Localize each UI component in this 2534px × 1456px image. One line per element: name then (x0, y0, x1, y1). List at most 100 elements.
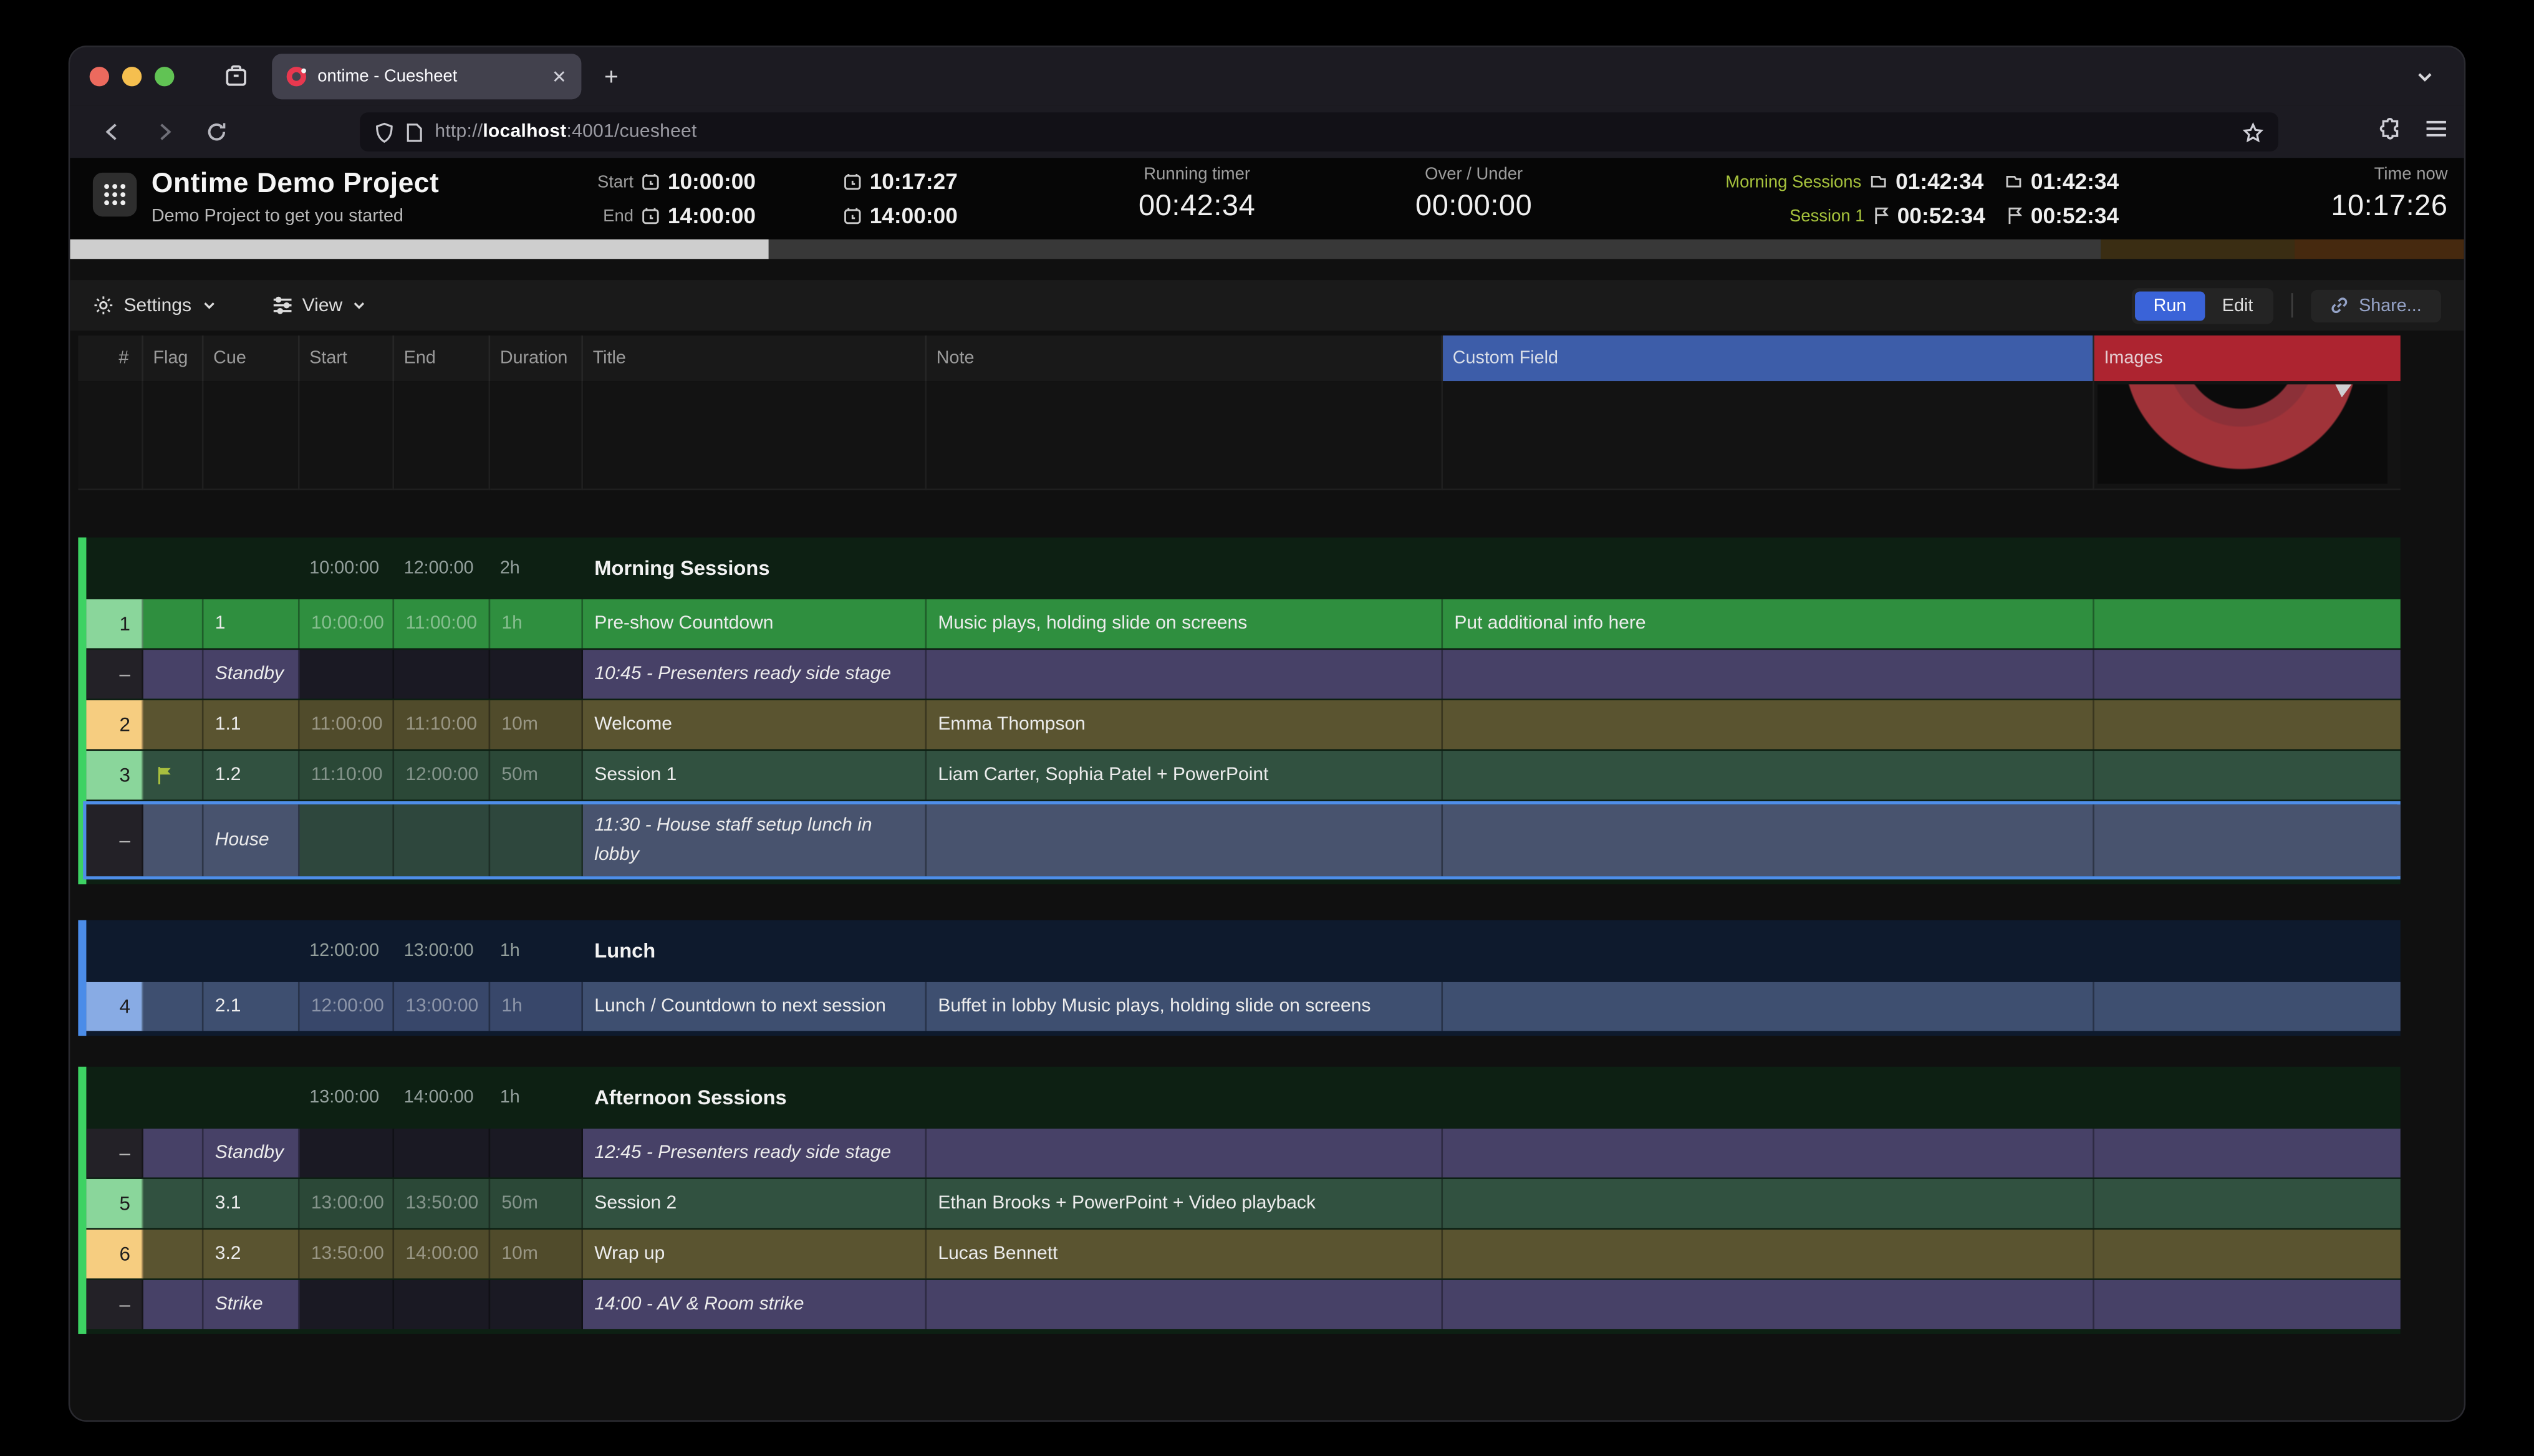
delay-row-strike[interactable]: – Strike 14:00 - AV & Room strike (86, 1280, 2400, 1329)
end-cell[interactable] (394, 804, 490, 876)
cue-cell[interactable]: Strike (203, 1280, 299, 1329)
images-cell[interactable] (2094, 982, 2401, 1031)
delay-row-standby[interactable]: – Standby 10:45 - Presenters ready side … (86, 650, 2400, 698)
list-tabs-chevron-icon[interactable] (2415, 67, 2434, 86)
duration-cell[interactable]: 50m (490, 1179, 583, 1228)
cue-cell[interactable]: 3.1 (203, 1179, 299, 1228)
title-cell[interactable]: Lunch / Countdown to next session (583, 982, 927, 1031)
col-header-duration[interactable]: Duration (490, 335, 583, 381)
run-mode-button[interactable]: Run (2136, 291, 2204, 320)
note-cell[interactable]: Lucas Bennett (927, 1230, 1443, 1278)
flag-cell[interactable] (143, 700, 204, 749)
flag-cell[interactable] (143, 982, 204, 1031)
start-cell[interactable]: 12:00:00 (300, 982, 394, 1031)
cue-cell[interactable]: 1 (203, 599, 299, 648)
note-cell[interactable] (927, 650, 1443, 698)
custom-field-cell[interactable] (1443, 982, 2094, 1031)
start-cell[interactable]: 11:10:00 (300, 751, 394, 799)
title-cell[interactable]: Pre-show Countdown (583, 599, 927, 648)
images-cell[interactable] (2094, 1179, 2401, 1228)
title-cell[interactable]: 14:00 - AV & Room strike (583, 1280, 927, 1329)
end-cell[interactable]: 13:00:00 (394, 982, 490, 1031)
page-info-icon[interactable] (405, 122, 423, 143)
flag-cell[interactable] (143, 1179, 204, 1228)
delay-row-standby-2[interactable]: – Standby 12:45 - Presenters ready side … (86, 1129, 2400, 1177)
title-cell[interactable]: 10:45 - Presenters ready side stage (583, 650, 927, 698)
duration-cell[interactable] (490, 650, 583, 698)
event-row-1[interactable]: 1 1 10:00:00 11:00:00 1h Pre-show Countd… (86, 599, 2400, 648)
start-cell[interactable]: 10:00:00 (300, 599, 394, 648)
custom-field-cell[interactable] (1443, 804, 2094, 876)
note-cell[interactable]: Emma Thompson (927, 700, 1443, 749)
block-header[interactable]: 10:00:00 12:00:00 2h Morning Sessions (86, 538, 2400, 599)
col-header-images[interactable]: Images (2094, 335, 2401, 381)
delay-row-house-selected[interactable]: – House 11:30 - House staff setup lunch … (83, 801, 2401, 879)
duration-cell[interactable]: 10m (490, 700, 583, 749)
col-header-custom-field[interactable]: Custom Field (1443, 335, 2094, 381)
window-zoom-button[interactable] (155, 67, 174, 86)
note-cell[interactable]: Music plays, holding slide on screens (927, 599, 1443, 648)
col-header-start[interactable]: Start (300, 335, 394, 381)
cue-cell[interactable]: Standby (203, 1129, 299, 1177)
start-cell[interactable]: 11:00:00 (300, 700, 394, 749)
images-cell[interactable] (2094, 1129, 2401, 1177)
start-cell[interactable] (300, 650, 394, 698)
flag-cell[interactable] (143, 1129, 204, 1177)
cue-cell[interactable]: 1.2 (203, 751, 299, 799)
block-header[interactable]: 13:00:00 14:00:00 1h Afternoon Sessions (86, 1067, 2400, 1129)
start-cell[interactable]: 13:00:00 (300, 1179, 394, 1228)
title-cell[interactable]: 12:45 - Presenters ready side stage (583, 1129, 927, 1177)
share-button[interactable]: Share... (2311, 289, 2441, 322)
images-cell[interactable] (2094, 804, 2401, 876)
custom-field-cell[interactable] (1443, 700, 2094, 749)
end-cell[interactable]: 13:50:00 (394, 1179, 490, 1228)
extensions-icon[interactable] (2379, 117, 2402, 148)
images-thumbnail-cell[interactable] (2094, 381, 2401, 490)
event-row-5[interactable]: 5 3.1 13:00:00 13:50:00 50m Session 2 Et… (86, 1179, 2400, 1228)
col-header-flag[interactable]: Flag (143, 335, 204, 381)
end-cell[interactable]: 11:10:00 (394, 700, 490, 749)
start-cell[interactable]: 13:50:00 (300, 1230, 394, 1278)
window-close-button[interactable] (90, 67, 109, 86)
custom-field-cell[interactable] (1443, 1129, 2094, 1177)
duration-cell[interactable]: 50m (490, 751, 583, 799)
url-text[interactable]: http://localhost:4001/cuesheet (435, 122, 696, 142)
flag-cell[interactable] (143, 599, 204, 648)
edit-mode-button[interactable]: Edit (2204, 291, 2271, 320)
custom-field-cell[interactable] (1443, 1230, 2094, 1278)
custom-field-cell[interactable] (1443, 751, 2094, 799)
end-cell[interactable]: 12:00:00 (394, 751, 490, 799)
custom-field-cell[interactable] (1443, 650, 2094, 698)
flag-cell[interactable] (143, 650, 204, 698)
title-cell[interactable]: Wrap up (583, 1230, 927, 1278)
bookmark-star-icon[interactable] (2242, 122, 2263, 143)
note-cell[interactable]: Ethan Brooks + PowerPoint + Video playba… (927, 1179, 1443, 1228)
custom-field-cell[interactable]: Put additional info here (1443, 599, 2094, 648)
window-minimize-button[interactable] (122, 67, 142, 86)
settings-menu-button[interactable]: Settings (93, 295, 216, 316)
event-row-3[interactable]: 3 1.2 11:10:00 12:00:00 50m Session 1 Li… (86, 751, 2400, 799)
note-cell[interactable]: Buffet in lobby Music plays, holding sli… (927, 982, 1443, 1031)
event-row-2[interactable]: 2 1.1 11:00:00 11:10:00 10m Welcome Emma… (86, 700, 2400, 749)
firefox-view-icon[interactable] (223, 64, 249, 90)
custom-field-cell[interactable] (1443, 1179, 2094, 1228)
end-cell[interactable]: 11:00:00 (394, 599, 490, 648)
duration-cell[interactable]: 10m (490, 1230, 583, 1278)
start-cell[interactable] (300, 804, 394, 876)
app-menu-grid-icon[interactable] (93, 173, 137, 217)
images-cell[interactable] (2094, 599, 2401, 648)
forward-icon[interactable] (153, 120, 176, 143)
note-cell[interactable] (927, 1280, 1443, 1329)
block-header[interactable]: 12:00:00 13:00:00 1h Lunch (86, 920, 2400, 982)
title-cell[interactable]: Welcome (583, 700, 927, 749)
duration-cell[interactable]: 1h (490, 599, 583, 648)
cue-cell[interactable]: 3.2 (203, 1230, 299, 1278)
cue-cell[interactable]: 1.1 (203, 700, 299, 749)
shield-icon[interactable] (375, 122, 394, 143)
browser-tab[interactable]: ontime - Cuesheet ✕ (272, 54, 581, 99)
title-cell[interactable]: Session 2 (583, 1179, 927, 1228)
start-cell[interactable] (300, 1129, 394, 1177)
url-bar[interactable]: http://localhost:4001/cuesheet (360, 112, 2278, 152)
images-cell[interactable] (2094, 700, 2401, 749)
note-cell[interactable] (927, 804, 1443, 876)
